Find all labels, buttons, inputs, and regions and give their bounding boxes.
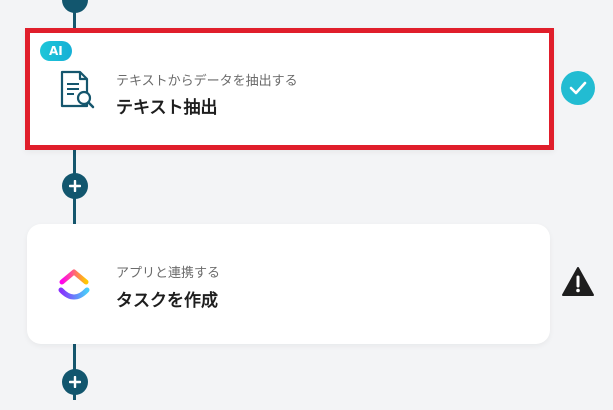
document-search-icon bbox=[57, 69, 97, 115]
step-title: タスクを作成 bbox=[116, 291, 218, 311]
step-subtitle: アプリと連携する bbox=[116, 266, 221, 281]
clickup-logo-icon bbox=[56, 267, 92, 307]
add-step-button-top[interactable] bbox=[61, 0, 88, 13]
step-card-create-task[interactable]: アプリと連携する タスクを作成 bbox=[27, 224, 550, 344]
step-title: テキスト抽出 bbox=[116, 98, 218, 118]
add-step-button[interactable] bbox=[61, 173, 88, 199]
step-subtitle: テキストからデータを抽出する bbox=[116, 74, 298, 89]
completed-check-icon bbox=[561, 71, 595, 105]
add-step-button-bottom[interactable] bbox=[61, 369, 88, 395]
warning-icon bbox=[561, 266, 595, 302]
ai-badge: AI bbox=[40, 41, 72, 61]
step-card-text-extraction[interactable]: AI テキストからデータを抽出する テキスト抽出 bbox=[25, 28, 554, 150]
